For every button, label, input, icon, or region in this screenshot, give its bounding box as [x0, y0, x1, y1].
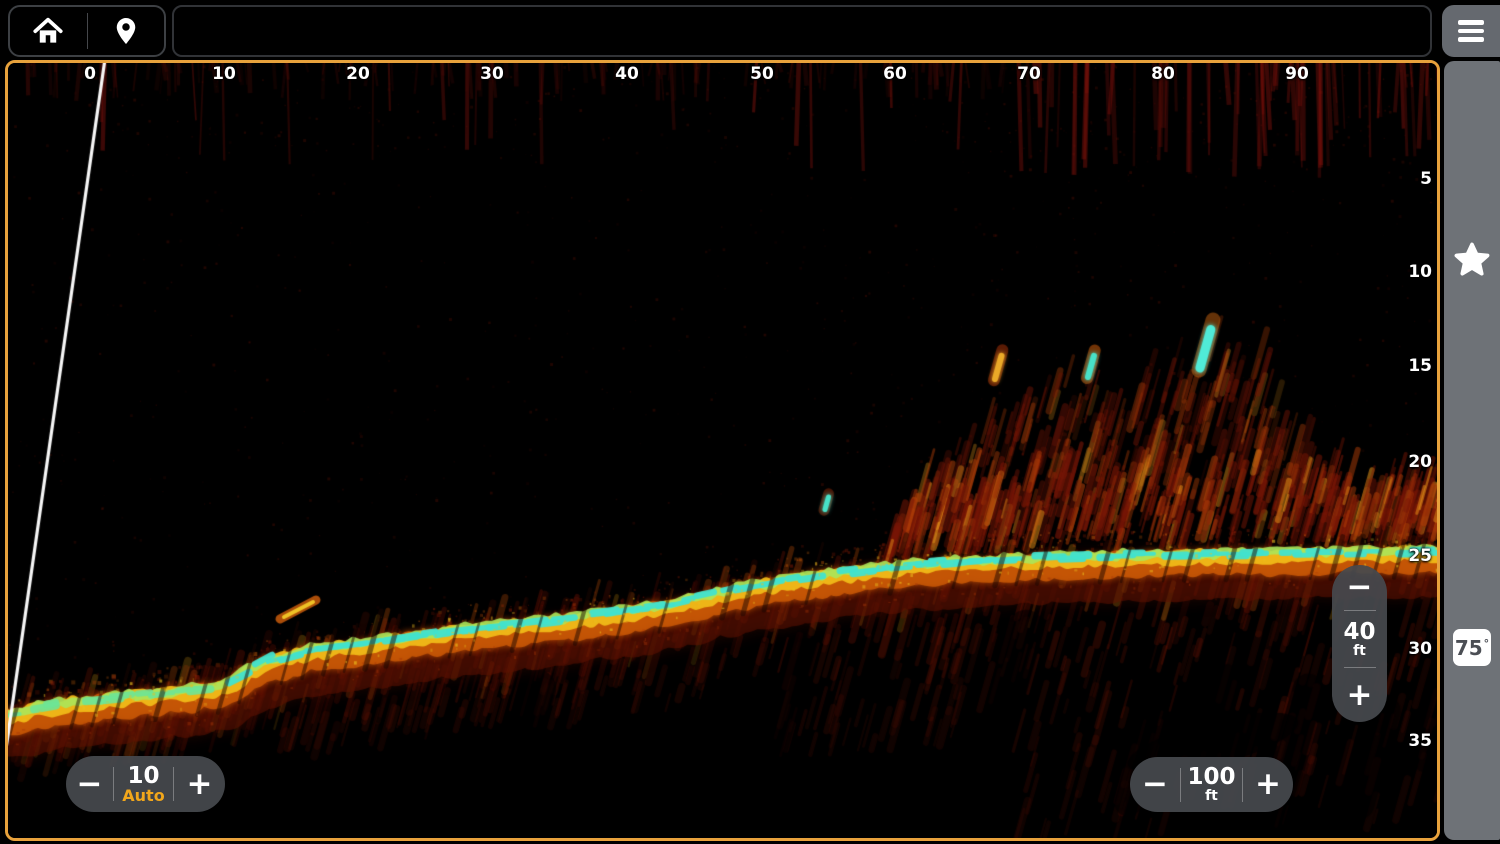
range-value: 100 ft — [1187, 764, 1236, 805]
tab-strip[interactable] — [172, 5, 1432, 57]
range-tick-label: 80 — [1151, 64, 1175, 84]
depth-tick-label: 25 — [1408, 546, 1432, 566]
fishfinder-screen: { "topbar": { "icons": {"home": "home-ic… — [0, 0, 1500, 844]
range-tick-label: 30 — [480, 64, 504, 84]
range-tick-label: 40 — [615, 64, 639, 84]
nav-button-group — [8, 5, 166, 57]
depth-range-value: 40 ft — [1343, 618, 1376, 659]
depth-tick-label: 30 — [1408, 639, 1432, 659]
favorite-star-button[interactable] — [1453, 241, 1491, 279]
waypoint-button[interactable] — [88, 7, 165, 55]
menu-button[interactable] — [1442, 5, 1500, 57]
temperature-badge: 75 ° — [1453, 629, 1491, 666]
right-sidebar: 75 ° — [1444, 61, 1500, 840]
range-tick-label: 50 — [750, 64, 774, 84]
depth-range-control: − 40 ft + — [1332, 565, 1387, 722]
depth-tick-label: 20 — [1408, 452, 1432, 472]
range-tick-label: 90 — [1285, 64, 1309, 84]
zoom-increase-button[interactable]: + — [174, 756, 225, 812]
depth-range-decrease-button[interactable]: − — [1332, 565, 1387, 610]
hamburger-menu-icon — [1458, 20, 1484, 25]
home-icon — [33, 17, 63, 43]
depth-tick-label: 5 — [1420, 169, 1432, 189]
zoom-control: − 10 Auto + — [66, 756, 225, 812]
zoom-auto-label: Auto — [122, 785, 165, 805]
depth-tick-label: 10 — [1408, 262, 1432, 282]
location-pin-icon — [116, 18, 135, 44]
range-tick-label: 10 — [212, 64, 236, 84]
star-icon — [1454, 242, 1490, 276]
depth-tick-label: 35 — [1408, 731, 1432, 751]
zoom-value: 10 Auto — [122, 762, 165, 805]
range-tick-label: 60 — [883, 64, 907, 84]
range-control: − 100 ft + — [1130, 757, 1293, 812]
home-button[interactable] — [10, 7, 87, 55]
range-increase-button[interactable]: + — [1243, 757, 1293, 812]
depth-tick-label: 15 — [1408, 356, 1432, 376]
sonar-image — [8, 63, 1437, 838]
zoom-decrease-button[interactable]: − — [66, 756, 113, 812]
depth-range-increase-button[interactable]: + — [1332, 668, 1387, 722]
range-tick-label: 20 — [346, 64, 370, 84]
range-tick-label: 0 — [84, 64, 96, 84]
range-decrease-button[interactable]: − — [1130, 757, 1180, 812]
range-tick-label: 70 — [1017, 64, 1041, 84]
sonar-view[interactable]: 0 10 20 30 40 50 60 70 80 90 5 10 15 20 25 30 35 − 10 A… — [5, 60, 1440, 841]
